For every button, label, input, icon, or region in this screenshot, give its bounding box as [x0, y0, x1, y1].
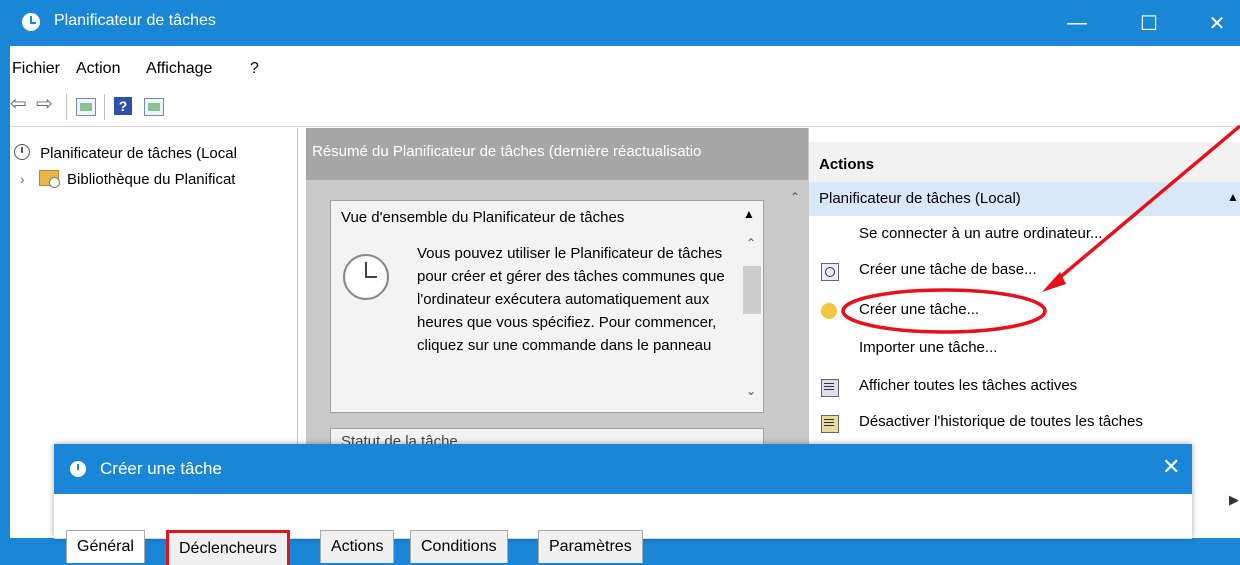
tab-settings[interactable]: Paramètres: [538, 530, 643, 563]
toolbar-separator: [104, 94, 105, 120]
summary-header: Résumé du Planificateur de tâches (derni…: [306, 128, 810, 180]
dialog-close-button[interactable]: ✕: [1162, 454, 1180, 480]
menu-affichage[interactable]: Affichage: [146, 60, 212, 78]
scroll-up-icon[interactable]: ⌃: [790, 190, 800, 204]
create-task-dialog: Créer une tâche ✕ Général Déclencheurs A…: [54, 444, 1192, 565]
tab-triggers[interactable]: Déclencheurs: [166, 530, 290, 565]
overview-section-header[interactable]: Vue d'ensemble du Planificateur de tâche…: [330, 200, 764, 238]
submenu-arrow-icon[interactable]: ▶: [1229, 492, 1239, 508]
clock-icon: [14, 144, 30, 160]
collapse-caret-icon[interactable]: ▲: [743, 207, 755, 221]
create-task-icon: [821, 303, 837, 319]
actions-header: Actions: [809, 142, 1240, 183]
toolbar: ⇦ ⇨ ?: [10, 86, 1240, 127]
action-label: Se connecter à un autre ordinateur...: [859, 225, 1103, 242]
action-label: Importer une tâche...: [859, 339, 998, 356]
action-label: Créer une tâche...: [859, 301, 980, 318]
menu-help[interactable]: ?: [250, 60, 259, 78]
back-arrow-icon[interactable]: ⇦: [10, 91, 27, 115]
overview-description: Vous pouvez utiliser le Planificateur de…: [417, 245, 725, 354]
toolbar-separator: [66, 94, 67, 120]
tree-item-local[interactable]: Planificateur de tâches (Local: [14, 144, 237, 162]
action-create-basic-task[interactable]: Créer une tâche de base...: [809, 256, 1240, 286]
minimize-button[interactable]: —: [1054, 0, 1100, 46]
action-disable-history[interactable]: Désactiver l'historique de toutes les tâ…: [809, 408, 1240, 438]
window-title: Planificateur de tâches: [54, 12, 216, 29]
task-scheduler-icon: [22, 13, 40, 31]
dialog-tab-strip: Général Déclencheurs Actions Conditions …: [54, 494, 1192, 565]
menu-action[interactable]: Action: [76, 60, 120, 78]
maximize-button[interactable]: ☐: [1126, 0, 1172, 46]
action-import-task[interactable]: Importer une tâche...: [809, 334, 1240, 364]
overview-scrollbar[interactable]: ⌃ ⌄: [743, 236, 761, 412]
overview-section-body: Vous pouvez utiliser le Planificateur de…: [330, 236, 764, 413]
running-tasks-icon: [821, 379, 839, 397]
dialog-title: Créer une tâche: [100, 459, 222, 478]
expand-chevron-icon[interactable]: ›: [20, 171, 25, 187]
tab-conditions[interactable]: Conditions: [410, 530, 508, 563]
scroll-up-icon[interactable]: ⌃: [746, 236, 756, 250]
action-label: Désactiver l'historique de toutes les tâ…: [859, 413, 1143, 430]
show-hide-console-tree-icon[interactable]: [76, 98, 96, 116]
close-button[interactable]: ✕: [1194, 0, 1240, 46]
collapse-triangle-icon[interactable]: ▲: [1227, 190, 1239, 204]
actions-group-label: Planificateur de tâches (Local): [819, 190, 1021, 207]
tab-general[interactable]: Général: [66, 530, 145, 563]
show-hide-action-pane-icon[interactable]: [144, 98, 164, 116]
clock-icon: [343, 254, 389, 300]
tree-item-label: Bibliothèque du Planificat: [67, 171, 236, 188]
title-bar[interactable]: Planificateur de tâches — ☐ ✕: [10, 0, 1240, 46]
forward-arrow-icon[interactable]: ⇨: [36, 91, 53, 115]
scroll-down-icon[interactable]: ⌄: [746, 384, 756, 398]
help-icon[interactable]: ?: [114, 97, 132, 115]
actions-group-local[interactable]: Planificateur de tâches (Local) ▲: [809, 182, 1240, 216]
task-scheduler-icon: [70, 461, 86, 477]
menu-fichier[interactable]: Fichier: [12, 60, 60, 78]
basic-task-icon: [821, 263, 839, 281]
action-connect-computer[interactable]: Se connecter à un autre ordinateur...: [809, 220, 1240, 250]
history-icon: [821, 415, 839, 433]
tree-item-library[interactable]: › Bibliothèque du Planificat: [20, 170, 235, 188]
task-folder-icon: [38, 170, 60, 188]
action-label: Afficher toutes les tâches actives: [859, 377, 1078, 394]
tree-item-label: Planificateur de tâches (Local: [40, 145, 237, 162]
tab-actions[interactable]: Actions: [320, 530, 395, 563]
action-show-running-tasks[interactable]: Afficher toutes les tâches actives: [809, 372, 1240, 402]
summary-header-text: Résumé du Planificateur de tâches (derni…: [312, 143, 702, 160]
scroll-thumb[interactable]: [743, 266, 761, 314]
overview-section-title: Vue d'ensemble du Planificateur de tâche…: [341, 209, 625, 226]
action-create-task[interactable]: Créer une tâche...: [809, 296, 1240, 326]
dialog-title-bar[interactable]: Créer une tâche ✕: [54, 444, 1192, 494]
actions-title: Actions: [819, 156, 875, 173]
action-label: Créer une tâche de base...: [859, 261, 1037, 278]
